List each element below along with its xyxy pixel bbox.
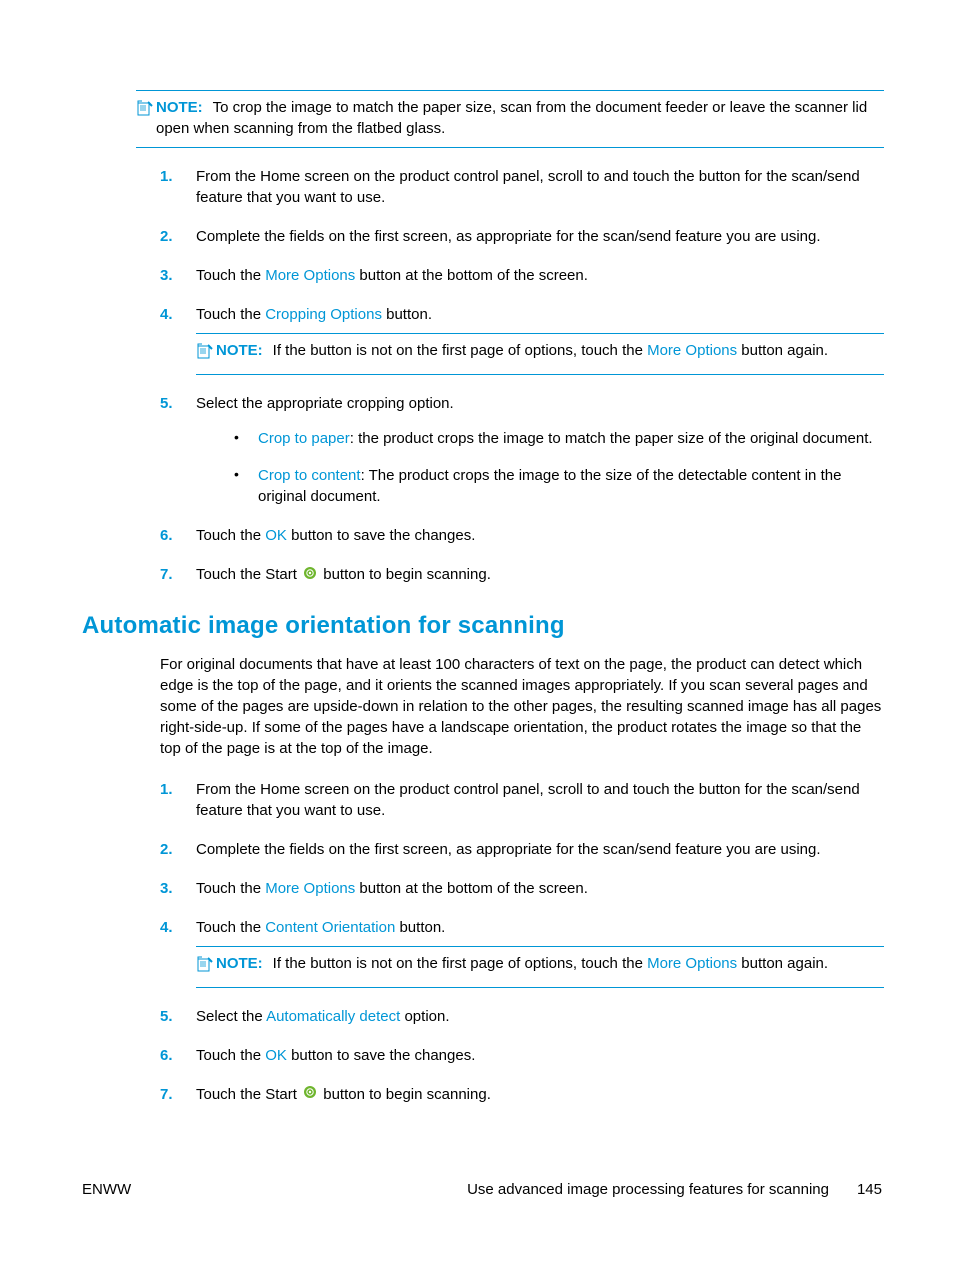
note-icon [196,955,214,979]
note-label: NOTE: [216,342,263,359]
step-5: Select the Automatically detect option. [160,1006,884,1027]
step-2: Complete the fields on the first screen,… [160,226,884,247]
step-3: Touch the More Options button at the bot… [160,878,884,899]
step-7: Touch the Start button to begin scanning… [160,1084,884,1106]
start-icon [303,1084,317,1105]
step-6: Touch the OK button to save the changes. [160,525,884,546]
crop-to-paper-ref: Crop to paper [258,430,350,447]
footer-section-title: Use advanced image processing features f… [467,1181,829,1198]
note-label: NOTE: [156,99,203,116]
start-icon [303,565,317,586]
note-label: NOTE: [216,955,263,972]
footer-left: ENWW [82,1181,131,1198]
step-6: Touch the OK button to save the changes. [160,1045,884,1066]
more-options-ref: More Options [265,267,355,284]
steps-list-orientation: From the Home screen on the product cont… [160,779,884,1106]
crop-to-paper-item: Crop to paper: the product crops the ima… [234,428,884,449]
page-number: 145 [857,1181,882,1198]
more-options-ref: More Options [647,955,737,972]
note-crop-text: To crop the image to match the paper siz… [156,99,867,137]
section-heading-orientation: Automatic image orientation for scanning [82,612,884,640]
more-options-ref: More Options [265,880,355,897]
note-crop: NOTE:To crop the image to match the pape… [136,90,884,148]
steps-list-crop: From the Home screen on the product cont… [160,166,884,586]
step-2: Complete the fields on the first screen,… [160,839,884,860]
ok-ref: OK [265,1047,287,1064]
orientation-intro: For original documents that have at leas… [160,654,884,759]
more-options-ref: More Options [647,342,737,359]
step-4: Touch the Content Orientation button. NO… [160,917,884,988]
step-1: From the Home screen on the product cont… [160,166,884,208]
step-3: Touch the More Options button at the bot… [160,265,884,286]
note-step4-orientation: NOTE:If the button is not on the first p… [196,946,884,988]
crop-to-content-ref: Crop to content [258,467,361,484]
page-footer: ENWW Use advanced image processing featu… [82,1181,882,1198]
step-1: From the Home screen on the product cont… [160,779,884,821]
content-orientation-ref: Content Orientation [265,919,395,936]
cropping-options-ref: Cropping Options [265,306,382,323]
ok-ref: OK [265,527,287,544]
note-step4-crop: NOTE:If the button is not on the first p… [196,333,884,375]
crop-to-content-item: Crop to content: The product crops the i… [234,465,884,507]
note-icon [136,99,154,122]
document-page: NOTE:To crop the image to match the pape… [0,0,954,1270]
note-icon [196,342,214,366]
step-4: Touch the Cropping Options button. NOTE:… [160,304,884,375]
step-5: Select the appropriate cropping option. … [160,393,884,507]
auto-detect-ref: Automatically detect [266,1008,400,1025]
step-7: Touch the Start button to begin scanning… [160,564,884,586]
crop-options-list: Crop to paper: the product crops the ima… [234,428,884,507]
